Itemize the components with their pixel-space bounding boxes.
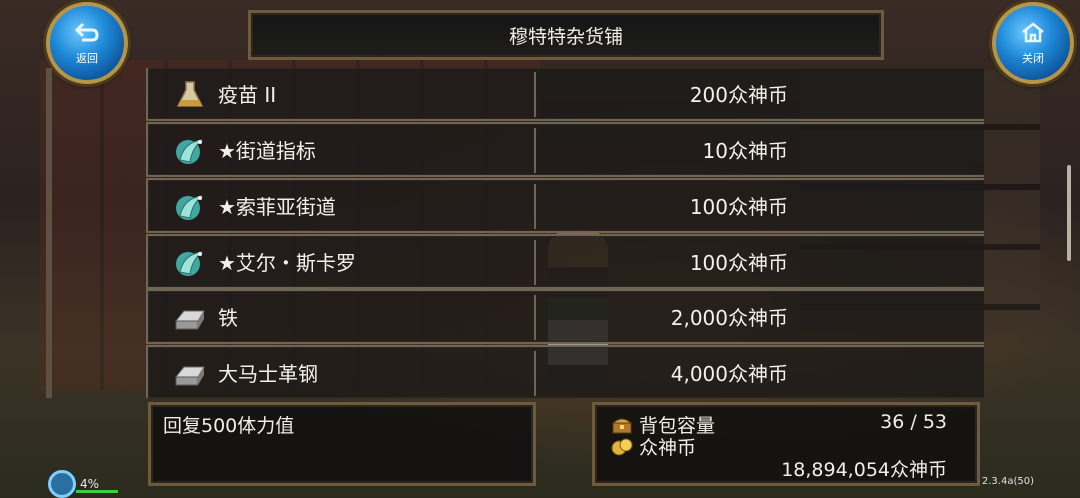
version-text: 2.3.4a(50) bbox=[981, 476, 1034, 487]
shop-item-row[interactable]: 铁 2,000众神币 bbox=[146, 289, 984, 344]
shop-title: 穆特特杂货铺 bbox=[508, 25, 623, 48]
item-price: 10众神币 bbox=[702, 139, 788, 163]
currency-row: 众神币 bbox=[611, 433, 696, 460]
shop-item-row[interactable]: 大马士革钢 4,000众神币 bbox=[146, 345, 984, 398]
inventory-panel: 背包容量 36 / 53 众神币 18,894,054众神币 bbox=[592, 402, 980, 486]
row-divider bbox=[534, 184, 536, 229]
item-description: 回复500体力值 bbox=[163, 415, 295, 437]
teleport-scroll-icon bbox=[172, 134, 208, 168]
close-button-label: 关闭 bbox=[1022, 51, 1044, 65]
item-price: 100众神币 bbox=[689, 251, 788, 275]
item-name: ★索菲亚街道 bbox=[218, 195, 336, 219]
row-divider bbox=[534, 240, 536, 285]
item-name: 疫苗 II bbox=[218, 83, 277, 107]
list-scrollbar[interactable] bbox=[1067, 165, 1071, 261]
row-divider bbox=[534, 128, 536, 173]
currency-amount: 18,894,054众神币 bbox=[781, 459, 947, 481]
coin-icon bbox=[611, 437, 633, 457]
energy-orb-icon bbox=[48, 470, 76, 498]
energy-status: 4% bbox=[48, 470, 99, 498]
item-name: 铁 bbox=[218, 306, 238, 330]
bag-capacity-count: 36 / 53 bbox=[880, 411, 947, 433]
item-price: 4,000众神币 bbox=[670, 362, 788, 386]
home-icon bbox=[1020, 21, 1046, 48]
item-name: ★街道指标 bbox=[218, 139, 316, 163]
close-button[interactable]: 关闭 bbox=[992, 2, 1074, 84]
back-arrow-icon bbox=[74, 21, 100, 48]
iron-ingot-icon bbox=[172, 301, 208, 335]
row-divider bbox=[534, 295, 536, 340]
iron-ingot-icon bbox=[172, 357, 208, 391]
item-price: 100众神币 bbox=[689, 195, 788, 219]
energy-percent: 4% bbox=[80, 477, 100, 491]
treasure-chest-icon bbox=[611, 415, 633, 435]
potion-flask-icon bbox=[172, 78, 208, 112]
shop-item-row[interactable]: ★艾尔・斯卡罗 100众神币 bbox=[146, 234, 984, 289]
shop-item-row[interactable]: ★索菲亚街道 100众神币 bbox=[146, 178, 984, 233]
item-name: 大马士革钢 bbox=[218, 362, 318, 386]
currency-label: 众神币 bbox=[639, 437, 697, 459]
shop-item-row[interactable]: 疫苗 II 200众神币 bbox=[146, 68, 984, 121]
row-divider bbox=[534, 351, 536, 396]
teleport-scroll-icon bbox=[172, 190, 208, 224]
item-name: ★艾尔・斯卡罗 bbox=[218, 251, 356, 275]
row-divider bbox=[534, 72, 536, 117]
shop-item-row[interactable]: ★街道指标 10众神币 bbox=[146, 122, 984, 177]
back-button-label: 返回 bbox=[76, 51, 98, 65]
item-description-panel: 回复500体力值 bbox=[148, 402, 536, 486]
shop-title-bar: 穆特特杂货铺 bbox=[248, 10, 884, 60]
energy-bar bbox=[76, 490, 118, 493]
shop-item-list[interactable]: 疫苗 II 200众神币 ★街道指标 10众神币 ★索菲亚街道 100众神币 ★… bbox=[50, 68, 984, 398]
item-price: 200众神币 bbox=[689, 83, 788, 107]
teleport-scroll-icon bbox=[172, 246, 208, 280]
item-price: 2,000众神币 bbox=[670, 306, 788, 330]
